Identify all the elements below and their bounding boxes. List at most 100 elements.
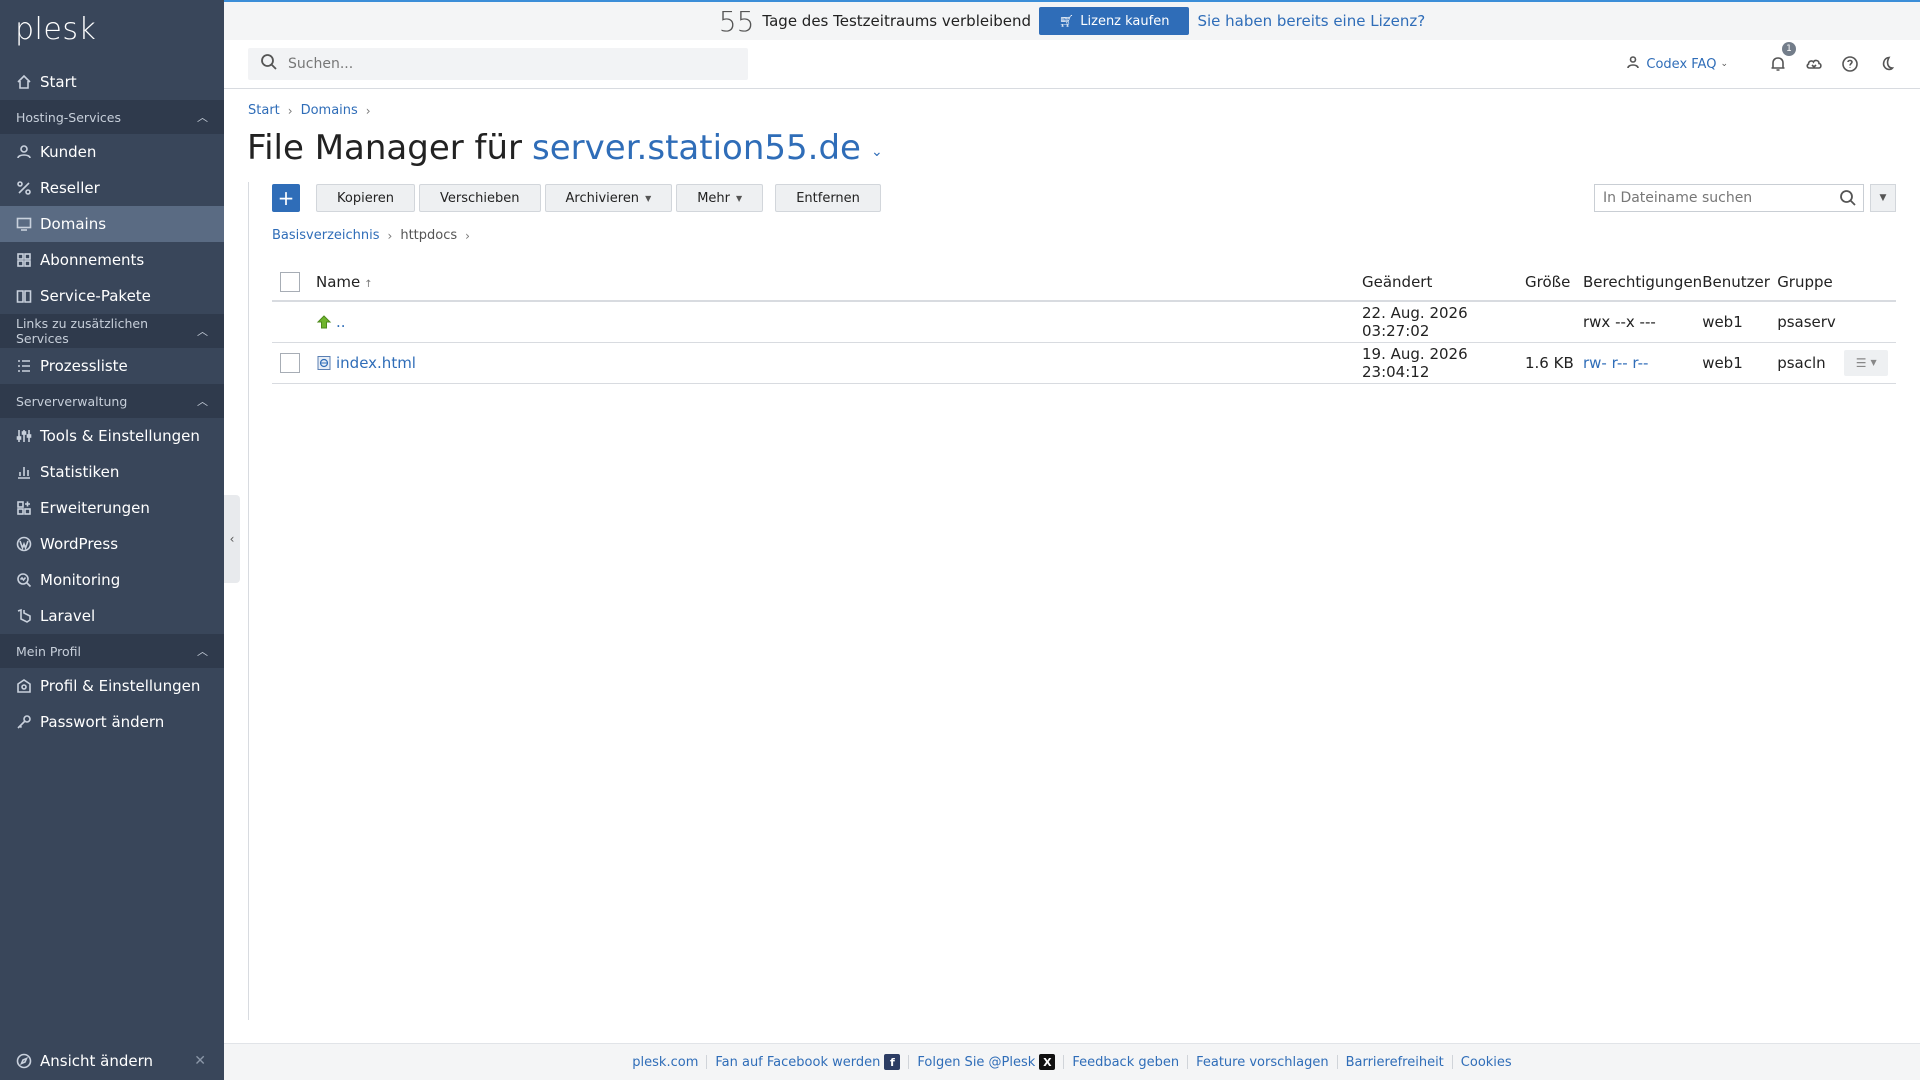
grid-icon [16,252,32,268]
chevron-down-icon[interactable]: ⌄ [871,144,883,160]
footer-link-plesk[interactable]: plesk.com [632,1055,698,1070]
table-row[interactable]: index.html 19. Aug. 2026 23:04:12 1.6 KB… [272,342,1896,384]
sidebar-item-laravel[interactable]: Laravel [0,598,224,634]
column-header-actions [1844,263,1896,302]
file-toolbar: + Kopieren Verschieben Archivieren ▼ Mehr… [272,184,885,212]
sort-ascending-icon: ↑ [364,278,373,290]
sidebar-item-label: Service-Pakete [40,287,151,305]
sidebar-item-label: Passwort ändern [40,713,165,731]
footer-link-facebook[interactable]: Fan auf Facebook werden f [715,1054,901,1070]
more-button[interactable]: Mehr ▼ [676,184,764,212]
row-checkbox-cell [272,342,316,384]
header: Suchen... Codex FAQ ⌄ 1 [224,40,1920,89]
sidebar-item-statistiken[interactable]: Statistiken [0,454,224,490]
search-icon[interactable] [1839,189,1857,211]
column-header-size[interactable]: Größe [1525,263,1583,302]
chevron-left-icon: ‹ [229,532,235,546]
sidebar-item-profil[interactable]: Profil & Einstellungen [0,668,224,704]
extensions-icon [16,500,32,516]
filename-search-input[interactable]: In Dateiname suchen [1594,184,1864,212]
select-all-checkbox[interactable] [280,271,300,292]
footer: plesk.com Fan auf Facebook werden f Folge… [224,1043,1920,1080]
column-header-permissions[interactable]: Berechtigungen [1583,263,1703,302]
sidebar-collapse-handle[interactable]: ‹ [224,495,240,583]
breadcrumb-start[interactable]: Start [248,103,280,118]
search-options-dropdown[interactable]: ▼ [1870,184,1896,212]
section-label: Mein Profil [16,643,82,659]
dark-mode-toggle[interactable] [1876,54,1896,74]
file-name-link[interactable]: index.html [336,354,416,372]
global-search[interactable]: Suchen... [248,48,748,80]
archive-button[interactable]: Archivieren ▼ [544,184,673,212]
compass-icon [16,1053,32,1069]
path-root-link[interactable]: Basisverzeichnis [272,228,380,243]
more-label: Mehr [697,190,731,206]
section-mein-profil[interactable]: Mein Profil ︿ [0,634,224,668]
footer-link-accessibility[interactable]: Barrierefreiheit [1346,1055,1444,1070]
change-view-button[interactable]: Ansicht ändern ✕ [0,1042,224,1080]
table-row[interactable]: .. 22. Aug. 2026 03:27:02 rwx --x --- we… [272,301,1896,343]
sidebar-item-erweiterungen[interactable]: Erweiterungen [0,490,224,526]
chevron-down-icon: ▼ [1879,193,1887,203]
html-file-icon [316,355,332,371]
user-menu[interactable]: Codex FAQ ⌄ [1626,55,1728,73]
footer-link-feedback[interactable]: Feedback geben [1072,1055,1179,1070]
hamburger-icon: ☰ [1855,355,1867,370]
have-license-link[interactable]: Sie haben bereits eine Lizenz? [1197,12,1425,30]
domain-switcher[interactable]: server.station55.de [532,128,861,168]
remove-label: Entfernen [796,190,860,206]
sidebar-item-domains[interactable]: Domains [0,206,224,242]
sidebar-item-label: Reseller [40,179,100,197]
row-checkbox[interactable] [280,352,300,373]
trial-days-count: 55 [718,4,755,38]
add-button[interactable]: + [272,184,300,212]
parent-directory-link[interactable]: .. [336,313,346,331]
close-icon[interactable]: ✕ [194,1053,206,1069]
copy-button[interactable]: Kopieren [316,184,415,212]
search-input[interactable]: Suchen... [288,56,353,72]
modified-cell: 19. Aug. 2026 23:04:12 [1362,342,1525,384]
help-button[interactable] [1840,54,1860,74]
section-links[interactable]: Links zu zusätzlichen Services ︿ [0,314,224,348]
chevron-up-icon: ︿ [197,395,208,408]
sidebar-item-abonnements[interactable]: Abonnements [0,242,224,278]
column-header-group[interactable]: Gruppe [1777,263,1845,302]
sidebar-item-tools[interactable]: Tools & Einstellungen [0,418,224,454]
column-header-user[interactable]: Benutzer [1702,263,1778,302]
sliders-icon [16,428,32,444]
row-actions-button[interactable]: ☰ ▼ [1844,349,1889,376]
path-current[interactable]: httpdocs [400,228,457,243]
footer-link-feature[interactable]: Feature vorschlagen [1196,1055,1328,1070]
footer-link-cookies[interactable]: Cookies [1461,1055,1512,1070]
section-hosting-services[interactable]: Hosting-Services ︿ [0,100,224,134]
move-button[interactable]: Verschieben [419,184,541,212]
cloud-button[interactable] [1804,54,1824,74]
plesk-logo[interactable]: plesk [15,12,96,47]
remove-button[interactable]: Entfernen [775,184,881,212]
trial-banner: 55 Tage des Testzeitraums verbleibend 🛒︎… [224,0,1920,40]
facebook-icon: f [884,1054,901,1070]
archive-label: Archivieren [565,190,640,206]
chevron-down-icon: ▼ [1870,358,1877,367]
column-header-name[interactable]: Name ↑ [316,263,1362,302]
divider [1336,1055,1338,1069]
sidebar-item-start[interactable]: Start [0,64,224,100]
column-header-modified[interactable]: Geändert [1362,263,1525,302]
breadcrumb-domains[interactable]: Domains [301,103,358,118]
sidebar-item-passwort[interactable]: Passwort ändern [0,704,224,740]
footer-link-x[interactable]: Folgen Sie @Plesk X [917,1054,1056,1070]
sidebar-item-service-pakete[interactable]: Service-Pakete [0,278,224,314]
sidebar-item-label: Monitoring [40,571,121,589]
user-icon [16,144,32,160]
sidebar-item-monitoring[interactable]: Monitoring [0,562,224,598]
buy-license-button[interactable]: 🛒︎ Lizenz kaufen [1039,7,1190,35]
search-icon [260,53,278,75]
notifications-button[interactable]: 1 [1768,42,1796,74]
sidebar-item-reseller[interactable]: Reseller [0,170,224,206]
sidebar-item-wordpress[interactable]: WordPress [0,526,224,562]
sidebar-item-prozessliste[interactable]: Prozessliste [0,348,224,384]
section-serververwaltung[interactable]: Serververwaltung ︿ [0,384,224,418]
sidebar-item-kunden[interactable]: Kunden [0,134,224,170]
section-label: Serververwaltung [16,393,128,409]
permissions-link[interactable]: rw- r-- r-- [1583,354,1648,372]
